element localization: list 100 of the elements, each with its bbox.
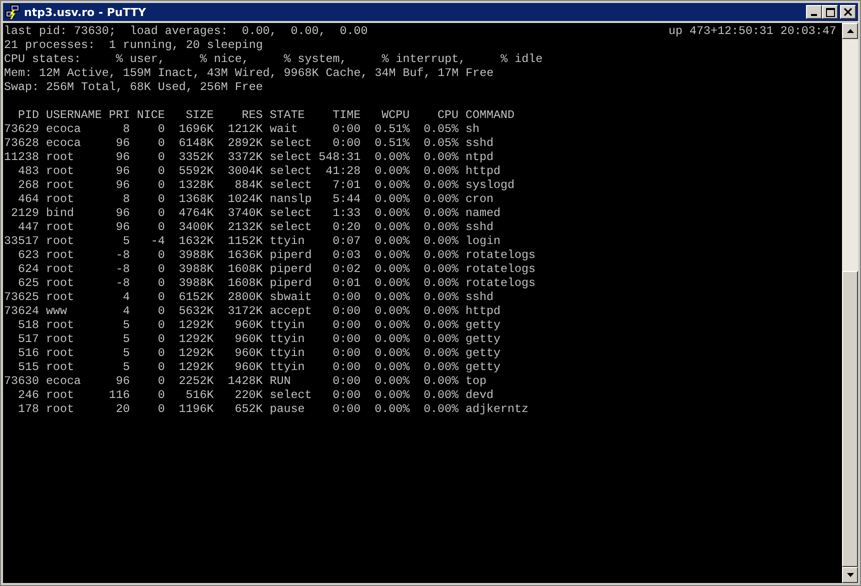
table-cell: top bbox=[466, 374, 487, 388]
table-cell: 0:20 bbox=[332, 220, 361, 234]
table-cell: sshd bbox=[466, 220, 494, 234]
maximize-icon bbox=[826, 8, 834, 16]
table-cell: -8 bbox=[116, 262, 130, 276]
table-cell: 0.00% bbox=[374, 234, 410, 248]
table-cell: 0.00% bbox=[374, 220, 410, 234]
table-cell: 73628 bbox=[4, 136, 39, 150]
table-cell: 73629 bbox=[4, 122, 39, 136]
table-cell: devd bbox=[466, 388, 494, 402]
table-cell: select bbox=[270, 136, 312, 150]
table-cell: ttyin bbox=[270, 360, 305, 374]
table-cell: 0.00% bbox=[374, 178, 410, 192]
table-cell: 5592K bbox=[178, 164, 214, 178]
table-cell: 0.00% bbox=[424, 192, 459, 206]
computers-icon bbox=[5, 4, 21, 20]
table-cell: 8 bbox=[122, 122, 130, 136]
table-cell: 1608K bbox=[228, 276, 263, 290]
table-cell: 0:00 bbox=[332, 346, 361, 360]
column-header: COMMAND bbox=[466, 108, 514, 122]
table-cell: 0.00% bbox=[374, 318, 410, 332]
table-cell: 0:07 bbox=[332, 234, 361, 248]
table-cell: 0 bbox=[158, 318, 165, 332]
terminal-line: Swap: 256M Total, 68K Used, 256M Free bbox=[4, 80, 263, 94]
table-cell: 0.00% bbox=[374, 206, 410, 220]
table-cell: 2892K bbox=[228, 136, 263, 150]
table-cell: 0.00% bbox=[424, 318, 459, 332]
table-cell: 0.00% bbox=[424, 276, 459, 290]
table-cell: 20 bbox=[116, 402, 130, 416]
table-cell: 0.00% bbox=[424, 164, 459, 178]
table-cell: root bbox=[46, 248, 74, 262]
table-cell: 960K bbox=[234, 318, 263, 332]
table-cell: httpd bbox=[466, 164, 501, 178]
table-cell: 0 bbox=[158, 304, 165, 318]
table-cell: ttyin bbox=[270, 332, 305, 346]
table-cell: 2129 bbox=[10, 206, 39, 220]
table-cell: 0.05% bbox=[424, 122, 459, 136]
table-cell: 4764K bbox=[178, 206, 214, 220]
table-cell: -8 bbox=[116, 248, 130, 262]
column-header: PID bbox=[18, 108, 39, 122]
table-cell: ecoca bbox=[46, 122, 81, 136]
table-cell: 96 bbox=[116, 206, 130, 220]
table-cell: getty bbox=[466, 360, 501, 374]
terminal-line: CPU states: % user, % nice, % system, % interrupt, % idle bbox=[4, 52, 543, 66]
minimize-button[interactable] bbox=[806, 5, 822, 19]
table-cell: 515 bbox=[18, 360, 39, 374]
table-cell: 0 bbox=[158, 402, 165, 416]
table-cell: 96 bbox=[116, 220, 130, 234]
table-cell: 0.51% bbox=[374, 122, 410, 136]
table-cell: rotatelogs bbox=[466, 262, 536, 276]
table-cell: 96 bbox=[116, 150, 130, 164]
table-cell: 0 bbox=[158, 262, 165, 276]
close-button[interactable] bbox=[840, 5, 856, 19]
table-cell: 0 bbox=[158, 276, 165, 290]
column-header: RES bbox=[242, 108, 263, 122]
table-cell: 960K bbox=[234, 346, 263, 360]
scroll-down-button[interactable] bbox=[842, 567, 858, 583]
table-cell: select bbox=[270, 150, 312, 164]
table-cell: 0.00% bbox=[424, 206, 459, 220]
table-cell: 624 bbox=[18, 262, 39, 276]
table-cell: 268 bbox=[18, 178, 39, 192]
table-cell: 1212K bbox=[228, 122, 263, 136]
table-cell: 0.00% bbox=[424, 262, 459, 276]
table-cell: 5632K bbox=[178, 304, 214, 318]
table-cell: 73624 bbox=[4, 304, 39, 318]
column-header: CPU bbox=[438, 108, 459, 122]
maximize-button[interactable] bbox=[822, 5, 838, 19]
table-cell: 8 bbox=[122, 192, 130, 206]
table-cell: 96 bbox=[116, 164, 130, 178]
table-cell: 0 bbox=[158, 360, 165, 374]
table-cell: ttyin bbox=[270, 234, 305, 248]
terminal-line: Mem: 12M Active, 159M Inact, 43M Wired, 9968K Cache, 34M Buf, 17M Free bbox=[4, 66, 494, 80]
table-cell: 116 bbox=[108, 388, 130, 402]
table-cell: select bbox=[270, 164, 312, 178]
table-cell: root bbox=[46, 402, 74, 416]
scroll-up-button[interactable] bbox=[842, 23, 858, 39]
table-cell: 1696K bbox=[178, 122, 214, 136]
table-cell: 3372K bbox=[228, 150, 263, 164]
table-cell: ntpd bbox=[466, 150, 494, 164]
table-cell: 517 bbox=[18, 332, 39, 346]
table-cell: 0.00% bbox=[374, 192, 410, 206]
table-cell: wait bbox=[270, 122, 298, 136]
table-cell: rotatelogs bbox=[466, 276, 536, 290]
table-cell: getty bbox=[466, 332, 501, 346]
table-cell: select bbox=[270, 178, 312, 192]
table-cell: 548:31 bbox=[318, 150, 361, 164]
table-cell: 884K bbox=[234, 178, 263, 192]
table-cell: nanslp bbox=[270, 192, 312, 206]
table-cell: 2252K bbox=[178, 374, 214, 388]
column-header: SIZE bbox=[186, 108, 214, 122]
table-cell: getty bbox=[466, 318, 501, 332]
table-cell: sh bbox=[466, 122, 480, 136]
table-cell: 0.00% bbox=[424, 234, 459, 248]
table-cell: 0.00% bbox=[374, 332, 410, 346]
table-cell: 0:00 bbox=[332, 122, 361, 136]
table-cell: 6148K bbox=[178, 136, 214, 150]
table-cell: 3988K bbox=[178, 276, 214, 290]
table-cell: 0.00% bbox=[374, 374, 410, 388]
table-cell: 1:33 bbox=[332, 206, 361, 220]
table-cell: root bbox=[46, 360, 74, 374]
